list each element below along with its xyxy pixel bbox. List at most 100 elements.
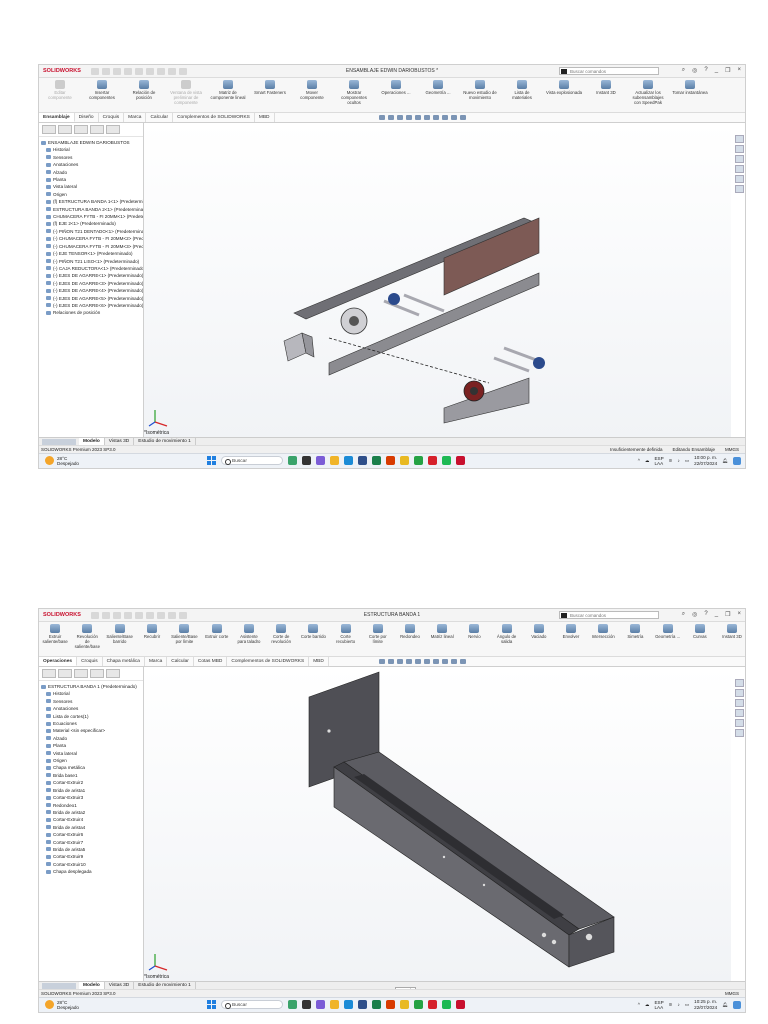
command-tab[interactable]: Calcular	[146, 113, 174, 122]
ribbon-button[interactable]: Envolver	[558, 622, 584, 656]
feature-tree-item[interactable]: Relaciones de posición	[41, 309, 143, 316]
ribbon-button[interactable]: Tomar instantánea	[672, 78, 708, 112]
display-manager-tab-icon[interactable]	[106, 669, 120, 678]
ribbon-button[interactable]: Redondeo	[397, 622, 423, 656]
feature-tree-item[interactable]: Alzado	[41, 169, 143, 176]
taskbar-search-input[interactable]: Buscar	[221, 1000, 283, 1009]
widgets-icon[interactable]	[288, 1000, 297, 1009]
open-file-icon[interactable]	[113, 611, 121, 619]
feature-tree-item[interactable]: (-) EJES DE AGARRE<4> (Predeterminado)	[41, 287, 143, 294]
ribbon-button[interactable]: Corte recubierto	[332, 622, 358, 656]
user-icon[interactable]: ◎	[692, 67, 697, 74]
task-view-icon[interactable]	[302, 1000, 311, 1009]
clock[interactable]: 10:00 p. m. 22/07/2024	[694, 455, 717, 466]
store-icon[interactable]	[358, 456, 367, 465]
feature-tree-item[interactable]: ENSAMBLAJE EDWIN DARIOBUSTOS	[41, 139, 143, 146]
command-tab[interactable]: MBD	[309, 657, 329, 666]
ribbon-button[interactable]: Saliente/Base barrido	[106, 622, 133, 656]
ribbon-button[interactable]: Revolución de saliente/base	[74, 622, 100, 656]
ribbon-button[interactable]: Extruir saliente/base	[42, 622, 68, 656]
command-tab[interactable]: Ensamblaje	[39, 113, 75, 122]
command-tab[interactable]: Croquis	[99, 113, 125, 122]
feature-tree-item[interactable]: ESTRUCTURA BANDA 2<1> (Predeterminado)	[41, 206, 143, 213]
whatsapp-icon[interactable]	[414, 456, 423, 465]
save-icon[interactable]	[124, 611, 132, 619]
custom-properties-icon[interactable]	[734, 729, 744, 737]
whatsapp-icon[interactable]	[414, 1000, 423, 1009]
command-tab[interactable]: Calcular	[167, 657, 194, 666]
options-icon[interactable]	[179, 611, 187, 619]
ribbon-button[interactable]: Corte barrido	[300, 622, 326, 656]
feature-tree-item[interactable]: Cortar-Extruir6	[41, 831, 143, 838]
feature-tree-item[interactable]: Sensores	[41, 154, 143, 161]
ribbon-button[interactable]: Recubrir	[139, 622, 165, 656]
close-icon[interactable]: ×	[737, 611, 741, 618]
view-palette-icon[interactable]	[734, 709, 744, 717]
hide-show-icon[interactable]	[433, 659, 439, 664]
feature-tree-item[interactable]: (-) CHUMACERA FYTB - FI 20MM<2> (Predete…	[41, 235, 143, 242]
ribbon-button[interactable]: Vista explosionada	[546, 78, 582, 112]
task-view-icon[interactable]	[302, 456, 311, 465]
search-commands-input[interactable]: Buscar comandos	[559, 611, 659, 619]
help-icon[interactable]: ?	[704, 611, 707, 618]
feature-tree-item[interactable]: (-) CHUMACERA FYTB - FI 20MM<3> (Predete…	[41, 243, 143, 250]
ribbon-button[interactable]: Matriz lineal	[429, 622, 455, 656]
dimxpert-tab-icon[interactable]	[90, 125, 104, 134]
feature-tree-item[interactable]: Lista de cortes(1)	[41, 713, 143, 720]
design-library-icon[interactable]	[734, 145, 744, 153]
ribbon-button[interactable]: Lista de materiales	[504, 78, 540, 112]
dimxpert-tab-icon[interactable]	[90, 669, 104, 678]
restore-icon[interactable]: ❐	[725, 611, 730, 618]
zoom-fit-icon[interactable]	[379, 659, 385, 664]
feature-tree-item[interactable]: Anotaciones	[41, 705, 143, 712]
feature-tree-item[interactable]: Material <sin especificar>	[41, 727, 143, 734]
configuration-tab-icon[interactable]	[74, 669, 88, 678]
battery-icon[interactable]: ▭	[685, 458, 689, 464]
feature-tree-item[interactable]: Brida de arista5	[41, 846, 143, 853]
feature-tree-item[interactable]: (-) EJES DE AGARRE<1> (Predeterminado)	[41, 272, 143, 279]
ribbon-button[interactable]: Ángulo de salida	[494, 622, 520, 656]
design-library-icon[interactable]	[734, 689, 744, 697]
ribbon-button[interactable]: Instant 3D	[719, 622, 745, 656]
file-explorer-taskbar-icon[interactable]	[330, 456, 339, 465]
office-icon[interactable]	[386, 1000, 395, 1009]
zoom-area-icon[interactable]	[388, 115, 394, 120]
ribbon-button[interactable]: Saliente/Base por límite	[171, 622, 198, 656]
select-icon[interactable]	[157, 611, 165, 619]
feature-tree-item[interactable]: Cortar-Extruir10	[41, 861, 143, 868]
user-icon[interactable]: ◎	[692, 611, 697, 618]
quick-access-toolbar[interactable]	[91, 611, 187, 619]
new-file-icon[interactable]	[102, 611, 110, 619]
ribbon-button[interactable]: Asistente para taladro	[236, 622, 262, 656]
resources-icon[interactable]	[734, 679, 744, 687]
language-indicator[interactable]: ESP LAA	[654, 1000, 663, 1010]
widgets-icon[interactable]	[288, 456, 297, 465]
feature-tree-item[interactable]: (f) ESTRUCTURA BANDA 1<1> (Predeterminad…	[41, 198, 143, 205]
excel-icon[interactable]	[372, 456, 381, 465]
search-icon[interactable]: ⌕	[682, 611, 685, 618]
ribbon-button[interactable]: Mostrar componentes ocultos	[336, 78, 372, 112]
print-icon[interactable]	[135, 611, 143, 619]
cloud-icon[interactable]: ☁	[645, 1002, 650, 1008]
feature-tree-item[interactable]: Sensores	[41, 698, 143, 705]
notification-bell-icon[interactable]: 🔔︎	[722, 1002, 728, 1008]
command-tab[interactable]: Complementos de SOLIDWORKS	[227, 657, 310, 666]
print-icon[interactable]	[135, 67, 143, 75]
rebuild-icon[interactable]	[168, 611, 176, 619]
ribbon-button[interactable]: Ventana de vista preliminar de component…	[168, 78, 204, 112]
command-tab[interactable]: MBD	[255, 113, 275, 122]
view-orientation-icon[interactable]	[415, 659, 421, 664]
feature-tree-item[interactable]: Vista lateral	[41, 183, 143, 190]
feature-tree-item[interactable]: Alzado	[41, 735, 143, 742]
configuration-tab-icon[interactable]	[74, 125, 88, 134]
undo-icon[interactable]	[146, 611, 154, 619]
store-icon[interactable]	[358, 1000, 367, 1009]
feature-tree-item[interactable]: Cortar-Extruir4	[41, 816, 143, 823]
open-file-icon[interactable]	[113, 67, 121, 75]
options-icon[interactable]	[179, 67, 187, 75]
appearance-icon[interactable]	[442, 115, 448, 120]
ribbon-button[interactable]: Simetría	[622, 622, 648, 656]
previous-view-icon[interactable]	[397, 659, 403, 664]
feature-tree-item[interactable]: (f) EJE 2<1> (Predeterminado)	[41, 220, 143, 227]
ribbon-button[interactable]: Corte por límite	[365, 622, 391, 656]
